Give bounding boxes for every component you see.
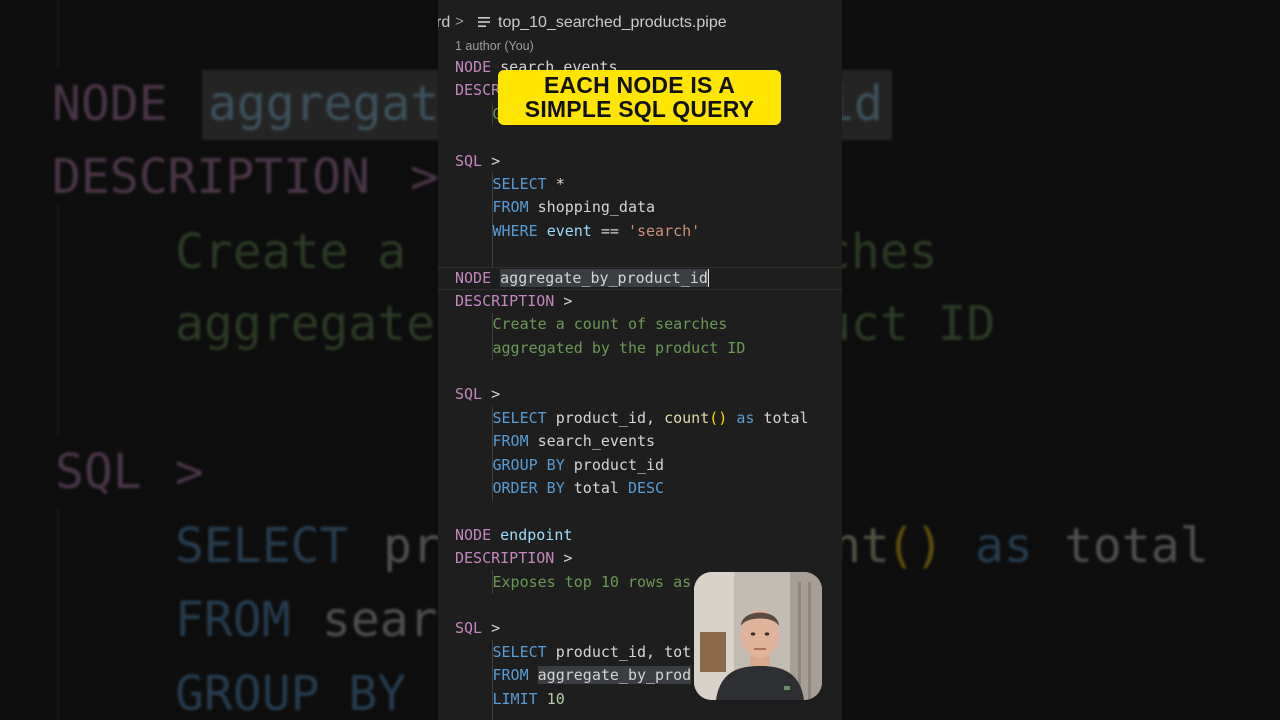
code-line: FROM search_events [455, 430, 842, 453]
code-line: DESCRIPTION > [455, 547, 842, 570]
indent-guide [57, 206, 59, 434]
arrow-token: > [491, 385, 501, 404]
code-line: FROM shopping_data [455, 196, 842, 219]
text-caret [707, 269, 710, 288]
limit-keyword: LIMIT [492, 689, 538, 708]
code-line: Create a count of searches [455, 313, 842, 336]
string-literal: 'search' [627, 221, 701, 240]
from-keyword: FROM [492, 432, 529, 451]
group-by-keyword: GROUP BY [492, 455, 565, 474]
bg-sql-arrow: > [175, 444, 204, 500]
description-text: Create a count of searches [492, 315, 728, 334]
description-keyword: DESCRIPTION [455, 291, 555, 310]
chevron-right-icon: > [455, 13, 464, 30]
indent-guide [57, 510, 59, 720]
description-text: aggregated by the product ID [492, 338, 746, 357]
code-line: WHERE event == 'search' [455, 220, 842, 243]
select-keyword: SELECT [492, 408, 547, 427]
code-line: SELECT * [455, 173, 842, 196]
code-line: GROUP BY product_id [455, 454, 842, 477]
sql-keyword: SQL [455, 385, 483, 404]
bg-desc-1-left: Create a [175, 224, 407, 280]
code-line: NODE endpoint [455, 524, 842, 547]
caption-line-2: SIMPLE SQL QUERY [524, 96, 755, 122]
code-line: aggregated by the product ID [455, 337, 842, 360]
bg-select-rest: pr [383, 518, 441, 574]
code-line: SELECT product_id, count() as total [455, 407, 842, 430]
hamburger-file-icon [478, 15, 490, 33]
bg-parens: () [886, 518, 944, 574]
column-name: event [546, 221, 592, 240]
bg-from-rest: sear [322, 592, 438, 648]
presenter-webcam [694, 572, 822, 700]
bg-as-kw: as [975, 518, 1033, 574]
operator-token: == [600, 221, 619, 240]
breadcrumb-filename[interactable]: top_10_searched_products.pipe [498, 14, 727, 32]
node-keyword: NODE [455, 268, 492, 287]
bg-node-name-left: aggregat [208, 76, 440, 132]
blame-authors[interactable]: 1 author (You) [455, 39, 534, 53]
bg-total: total [1064, 518, 1209, 574]
from-keyword: FROM [492, 666, 529, 685]
table-name: shopping_data [537, 198, 656, 217]
as-keyword: as [736, 408, 755, 427]
code-line: SQL > [455, 383, 842, 406]
code-line: ORDER BY total DESC [455, 477, 842, 500]
bg-description-kw: DESCRIPTION [52, 149, 370, 205]
code-line: SQL > [455, 150, 842, 173]
node-name: endpoint [500, 525, 573, 544]
description-text: Exposes top 10 rows as [492, 572, 692, 591]
column-list: product_id, [555, 408, 656, 427]
table-name: search_events [537, 432, 656, 451]
where-keyword: WHERE [492, 221, 538, 240]
arrow-token: > [563, 291, 573, 310]
function-name: count [664, 408, 710, 427]
node-keyword: NODE [455, 525, 492, 544]
select-keyword: SELECT [492, 642, 547, 661]
bg-node-kw: NODE [52, 76, 168, 132]
bg-desc-2-left: aggregate [175, 296, 436, 352]
caption-line-1: EACH NODE IS A [543, 72, 736, 98]
column-name: total [573, 479, 619, 498]
code-line-current: NODE aggregate_by_product_id [455, 267, 842, 290]
indent-guide [57, 0, 59, 66]
alias-name: total [763, 408, 809, 427]
paren-token: () [709, 408, 728, 427]
bg-from-kw: FROM [175, 592, 291, 648]
video-caption: EACH NODE IS A SIMPLE SQL QUERY [498, 70, 781, 125]
table-name-highlighted: aggregate_by_prod [537, 666, 692, 685]
select-keyword: SELECT [492, 174, 547, 193]
sql-keyword: SQL [455, 151, 483, 170]
bg-desc-2-right: uct ID [822, 296, 996, 352]
breadcrumb: rd > top_10_searched_products.pipe [438, 12, 842, 34]
arrow-token: > [563, 549, 573, 568]
number-literal: 10 [546, 689, 565, 708]
code-line: DESCRIPTION > [455, 290, 842, 313]
bg-sql-kw: SQL [55, 444, 142, 500]
arrow-token: > [491, 151, 501, 170]
arrow-token: > [491, 619, 501, 638]
bg-group-kw: GROUP BY [175, 666, 407, 720]
column-name: product_id [573, 455, 665, 474]
star-token: * [555, 174, 565, 193]
bg-arrow: > [410, 149, 439, 205]
sql-keyword: SQL [455, 619, 483, 638]
description-keyword: DESCRIPTION [455, 549, 555, 568]
order-by-keyword: ORDER BY [492, 479, 565, 498]
breadcrumb-prev-segment[interactable]: rd [438, 14, 450, 32]
node-keyword: NODE [455, 58, 492, 76]
node-name-selected: aggregate_by_product_id [500, 268, 708, 287]
presenter-image [694, 572, 822, 700]
from-keyword: FROM [492, 198, 529, 217]
bg-select-kw: SELECT [175, 518, 349, 574]
column-list: product_id, tot [555, 642, 692, 661]
desc-keyword: DESC [627, 479, 665, 498]
